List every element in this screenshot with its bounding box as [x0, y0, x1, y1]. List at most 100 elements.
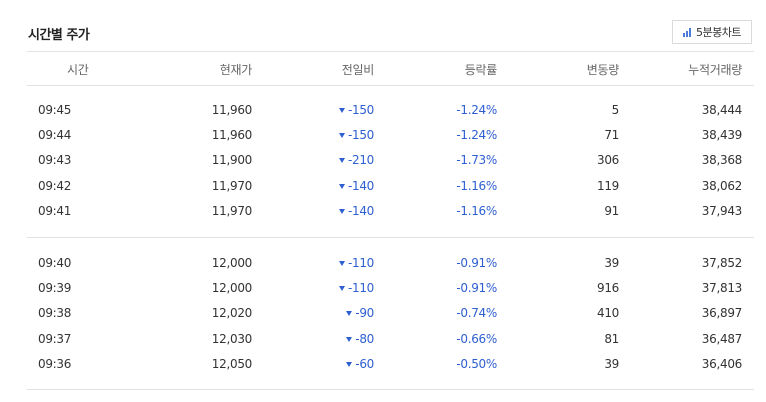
cell-price: 11,900 — [211, 153, 253, 168]
cell-cumulative-value: 36,897 — [701, 306, 743, 321]
col-header-time: 시간 — [67, 63, 89, 77]
cell-rate: -1.73% — [456, 153, 497, 167]
cell-cumulative-value: 38,444 — [701, 103, 743, 117]
cell-price: 12,030 — [212, 332, 253, 346]
cell-cumulative: 38,062 — [702, 179, 743, 193]
cell-time: 09:45 — [38, 103, 71, 117]
table-bottom-divider — [27, 389, 754, 390]
table-row: 09:44 11,960 -150 -1.24% 71 38,439 — [0, 122, 766, 147]
cell-change: -140 — [338, 204, 374, 218]
cell-change: -110 — [338, 256, 374, 270]
five-min-chart-label: 5분봉차트 — [696, 26, 741, 39]
col-header-cumulative: 누적거래량 — [688, 63, 742, 77]
cell-volume: 410 — [597, 306, 619, 320]
cell-price-value: 11,900 — [211, 153, 253, 168]
bar-chart-icon — [683, 27, 691, 37]
down-triangle-icon — [346, 311, 353, 317]
cell-time-value: 09:37 — [38, 331, 72, 346]
cell-time: 09:43 — [38, 153, 71, 167]
cell-volume: 306 — [597, 153, 619, 167]
down-triangle-icon — [346, 336, 353, 342]
group-divider — [27, 237, 754, 238]
cell-volume-value: 39 — [604, 256, 619, 270]
cell-change-value: -140 — [347, 178, 374, 193]
cell-rate-value: -1.24% — [456, 128, 497, 143]
cell-volume: 71 — [604, 128, 619, 142]
cell-rate: -1.16% — [456, 179, 497, 193]
table-row: 09:43 11,900 -210 -1.73% 306 38,368 — [0, 147, 766, 172]
cell-time-value: 09:40 — [38, 256, 72, 270]
cell-volume-value: 71 — [604, 128, 619, 143]
cell-time: 09:42 — [38, 179, 71, 193]
cell-price-value: 11,960 — [211, 128, 253, 143]
table-row: 09:37 12,030 -80 -0.66% 81 36,487 — [0, 326, 766, 351]
col-header-price: 현재가 — [219, 63, 253, 77]
cell-time: 09:41 — [38, 204, 71, 218]
col-header-rate: 등락률 — [464, 63, 498, 77]
five-min-chart-button[interactable]: 5분봉차트 — [672, 20, 752, 44]
cell-change-value: -110 — [347, 256, 374, 270]
table-row: 09:40 12,000 -110 -0.91% 39 37,852 — [0, 250, 766, 275]
cell-rate: -0.66% — [456, 332, 497, 346]
down-triangle-icon — [346, 361, 353, 367]
cell-volume-value: 5 — [611, 103, 620, 117]
panel-title: 시간별 주가 — [28, 28, 90, 43]
cell-volume-value: 39 — [604, 356, 619, 371]
cell-volume-value: 91 — [604, 203, 619, 218]
cell-rate: -1.24% — [456, 128, 497, 142]
hourly-price-panel: 시간별 주가 5분봉차트 시간 현재가 전일비 등락률 변동량 누적거래량 09… — [0, 0, 766, 402]
table-header: 시간 현재가 전일비 등락률 변동량 누적거래량 — [0, 52, 766, 86]
cell-rate-value: -1.24% — [456, 103, 497, 117]
col-header-volume: 변동량 — [586, 63, 620, 77]
cell-price: 12,000 — [211, 256, 253, 270]
down-triangle-icon — [338, 208, 345, 214]
down-triangle-icon — [338, 158, 345, 164]
cell-volume: 39 — [604, 256, 619, 270]
cell-price: 11,970 — [212, 179, 253, 193]
cell-change: -90 — [346, 306, 374, 320]
cell-change-value: -150 — [347, 103, 374, 117]
cell-rate-value: -1.73% — [456, 153, 497, 168]
cell-change-value: -210 — [347, 153, 374, 168]
cell-cumulative: 38,439 — [702, 128, 743, 142]
cell-cumulative: 37,852 — [702, 256, 743, 270]
cell-volume: 119 — [597, 179, 619, 193]
cell-price-value: 12,050 — [211, 356, 253, 371]
cell-time: 09:40 — [38, 256, 71, 270]
cell-price-value: 12,020 — [211, 306, 253, 321]
cell-time: 09:36 — [38, 357, 71, 371]
cell-rate-value: -0.74% — [456, 306, 497, 321]
cell-volume: 91 — [604, 204, 619, 218]
table-row: 09:42 11,970 -140 -1.16% 119 38,062 — [0, 173, 766, 198]
cell-rate: -0.91% — [456, 281, 497, 295]
cell-volume: 81 — [604, 332, 619, 346]
cell-time-value: 09:38 — [38, 306, 72, 321]
cell-rate: -0.50% — [456, 357, 497, 371]
cell-cumulative-value: 37,813 — [701, 281, 743, 296]
cell-rate-value: -0.66% — [456, 331, 497, 346]
cell-change-value: -90 — [355, 306, 374, 321]
cell-cumulative-value: 36,487 — [701, 331, 743, 346]
cell-time-value: 09:36 — [38, 356, 72, 371]
cell-cumulative: 36,487 — [701, 331, 743, 346]
cell-change: -210 — [338, 153, 374, 168]
cell-change: -140 — [338, 178, 374, 193]
cell-volume: 5 — [611, 103, 620, 117]
cell-cumulative: 36,406 — [702, 357, 743, 371]
cell-change: -60 — [346, 357, 374, 371]
cell-rate: -0.74% — [456, 306, 497, 320]
cell-volume-value: 306 — [596, 153, 619, 168]
down-triangle-icon — [338, 133, 345, 139]
cell-price-value: 12,000 — [211, 256, 253, 270]
cell-price-value: 11,970 — [211, 203, 253, 218]
cell-price-value: 11,960 — [211, 103, 253, 117]
cell-time: 09:37 — [38, 332, 71, 346]
cell-cumulative: 37,943 — [702, 204, 743, 218]
cell-time-value: 09:41 — [38, 203, 72, 218]
cell-time-value: 09:44 — [38, 128, 72, 143]
cell-time-value: 09:43 — [38, 153, 72, 168]
table-row: 09:45 11,960 -150 -1.24% 5 38,444 — [0, 97, 766, 122]
cell-time-value: 09:42 — [38, 178, 72, 193]
cell-cumulative-value: 38,368 — [701, 153, 743, 168]
cell-cumulative: 36,897 — [701, 306, 743, 321]
